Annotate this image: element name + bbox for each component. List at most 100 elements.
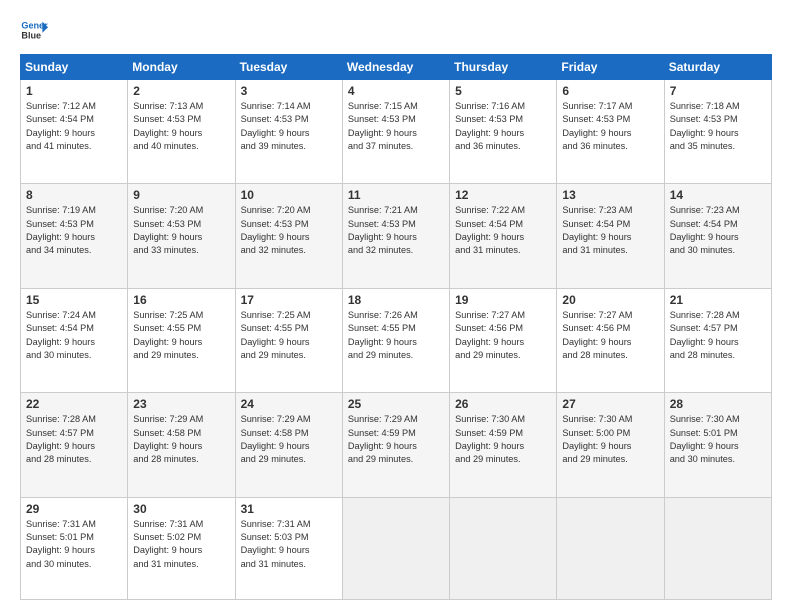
day-number: 6 (562, 84, 658, 98)
day-number: 21 (670, 293, 766, 307)
day-info: Sunrise: 7:27 AM Sunset: 4:56 PM Dayligh… (455, 309, 551, 362)
calendar-cell: 6 Sunrise: 7:17 AM Sunset: 4:53 PM Daylig… (557, 80, 664, 184)
day-info: Sunrise: 7:15 AM Sunset: 4:53 PM Dayligh… (348, 100, 444, 153)
calendar-cell: 30 Sunrise: 7:31 AM Sunset: 5:02 PM Dayli… (128, 497, 235, 599)
day-info: Sunrise: 7:28 AM Sunset: 4:57 PM Dayligh… (670, 309, 766, 362)
day-number: 22 (26, 397, 122, 411)
day-info: Sunrise: 7:17 AM Sunset: 4:53 PM Dayligh… (562, 100, 658, 153)
col-header-monday: Monday (128, 55, 235, 80)
day-number: 3 (241, 84, 337, 98)
calendar-cell: 28 Sunrise: 7:30 AM Sunset: 5:01 PM Dayli… (664, 393, 771, 497)
day-info: Sunrise: 7:31 AM Sunset: 5:01 PM Dayligh… (26, 518, 122, 571)
day-number: 17 (241, 293, 337, 307)
day-info: Sunrise: 7:23 AM Sunset: 4:54 PM Dayligh… (670, 204, 766, 257)
day-info: Sunrise: 7:16 AM Sunset: 4:53 PM Dayligh… (455, 100, 551, 153)
day-number: 9 (133, 188, 229, 202)
calendar-cell: 24 Sunrise: 7:29 AM Sunset: 4:58 PM Dayli… (235, 393, 342, 497)
calendar-cell: 27Sunrise: 7:30 AM Sunset: 5:00 PM Dayli… (557, 393, 664, 497)
day-info: Sunrise: 7:23 AM Sunset: 4:54 PM Dayligh… (562, 204, 658, 257)
calendar-cell: 21 Sunrise: 7:28 AM Sunset: 4:57 PM Dayli… (664, 288, 771, 392)
day-info: Sunrise: 7:31 AM Sunset: 5:02 PM Dayligh… (133, 518, 229, 571)
calendar-cell: 11 Sunrise: 7:21 AM Sunset: 4:53 PM Dayli… (342, 184, 449, 288)
calendar-cell: 7 Sunrise: 7:18 AM Sunset: 4:53 PM Daylig… (664, 80, 771, 184)
calendar-cell: 4 Sunrise: 7:15 AM Sunset: 4:53 PM Daylig… (342, 80, 449, 184)
day-number: 8 (26, 188, 122, 202)
day-number: 23 (133, 397, 229, 411)
week-row-4: 22 Sunrise: 7:28 AM Sunset: 4:57 PM Dayli… (21, 393, 772, 497)
day-number: 12 (455, 188, 551, 202)
day-info: Sunrise: 7:30 AM Sunset: 4:59 PM Dayligh… (455, 413, 551, 466)
day-number: 28 (670, 397, 766, 411)
day-info: Sunrise: 7:18 AM Sunset: 4:53 PM Dayligh… (670, 100, 766, 153)
calendar-cell (450, 497, 557, 599)
header: General Blue (20, 16, 772, 44)
day-number: 29 (26, 502, 122, 516)
day-info: Sunrise: 7:24 AM Sunset: 4:54 PM Dayligh… (26, 309, 122, 362)
logo-icon: General Blue (20, 16, 48, 44)
day-number: 30 (133, 502, 229, 516)
logo: General Blue (20, 16, 48, 44)
calendar-cell: 31 Sunrise: 7:31 AM Sunset: 5:03 PM Dayli… (235, 497, 342, 599)
calendar-cell: 13 Sunrise: 7:23 AM Sunset: 4:54 PM Dayli… (557, 184, 664, 288)
day-number: 4 (348, 84, 444, 98)
day-info: Sunrise: 7:20 AM Sunset: 4:53 PM Dayligh… (133, 204, 229, 257)
day-info: Sunrise: 7:30 AM Sunset: 5:01 PM Dayligh… (670, 413, 766, 466)
day-info: Sunrise: 7:19 AM Sunset: 4:53 PM Dayligh… (26, 204, 122, 257)
calendar-cell: 29 Sunrise: 7:31 AM Sunset: 5:01 PM Dayli… (21, 497, 128, 599)
calendar-cell: 22 Sunrise: 7:28 AM Sunset: 4:57 PM Dayli… (21, 393, 128, 497)
day-number: 13 (562, 188, 658, 202)
week-row-3: 15 Sunrise: 7:24 AM Sunset: 4:54 PM Dayli… (21, 288, 772, 392)
calendar-cell: 19 Sunrise: 7:27 AM Sunset: 4:56 PM Dayli… (450, 288, 557, 392)
week-row-1: 1Sunrise: 7:12 AM Sunset: 4:54 PM Daylig… (21, 80, 772, 184)
day-info: Sunrise: 7:29 AM Sunset: 4:59 PM Dayligh… (348, 413, 444, 466)
calendar-cell: 12 Sunrise: 7:22 AM Sunset: 4:54 PM Dayli… (450, 184, 557, 288)
day-info: Sunrise: 7:14 AM Sunset: 4:53 PM Dayligh… (241, 100, 337, 153)
calendar-cell: 2 Sunrise: 7:13 AM Sunset: 4:53 PM Daylig… (128, 80, 235, 184)
calendar-cell: 9 Sunrise: 7:20 AM Sunset: 4:53 PM Daylig… (128, 184, 235, 288)
day-number: 10 (241, 188, 337, 202)
col-header-friday: Friday (557, 55, 664, 80)
calendar-cell: 25Sunrise: 7:29 AM Sunset: 4:59 PM Dayli… (342, 393, 449, 497)
day-number: 5 (455, 84, 551, 98)
day-info: Sunrise: 7:13 AM Sunset: 4:53 PM Dayligh… (133, 100, 229, 153)
col-header-wednesday: Wednesday (342, 55, 449, 80)
calendar-cell: 20Sunrise: 7:27 AM Sunset: 4:56 PM Dayli… (557, 288, 664, 392)
week-row-5: 29 Sunrise: 7:31 AM Sunset: 5:01 PM Dayli… (21, 497, 772, 599)
calendar-cell: 3 Sunrise: 7:14 AM Sunset: 4:53 PM Daylig… (235, 80, 342, 184)
page: General Blue SundayMondayTuesdayWednesda… (0, 0, 792, 612)
calendar-cell: 17 Sunrise: 7:25 AM Sunset: 4:55 PM Dayli… (235, 288, 342, 392)
day-number: 16 (133, 293, 229, 307)
day-info: Sunrise: 7:28 AM Sunset: 4:57 PM Dayligh… (26, 413, 122, 466)
day-info: Sunrise: 7:21 AM Sunset: 4:53 PM Dayligh… (348, 204, 444, 257)
calendar-cell: 15 Sunrise: 7:24 AM Sunset: 4:54 PM Dayli… (21, 288, 128, 392)
calendar-cell: 8 Sunrise: 7:19 AM Sunset: 4:53 PM Daylig… (21, 184, 128, 288)
calendar-table: SundayMondayTuesdayWednesdayThursdayFrid… (20, 54, 772, 600)
day-info: Sunrise: 7:31 AM Sunset: 5:03 PM Dayligh… (241, 518, 337, 571)
day-number: 27 (562, 397, 658, 411)
day-number: 18 (348, 293, 444, 307)
day-number: 2 (133, 84, 229, 98)
day-info: Sunrise: 7:29 AM Sunset: 4:58 PM Dayligh… (133, 413, 229, 466)
day-number: 26 (455, 397, 551, 411)
calendar-cell (557, 497, 664, 599)
calendar-cell: 14Sunrise: 7:23 AM Sunset: 4:54 PM Dayli… (664, 184, 771, 288)
day-info: Sunrise: 7:12 AM Sunset: 4:54 PM Dayligh… (26, 100, 122, 153)
day-info: Sunrise: 7:29 AM Sunset: 4:58 PM Dayligh… (241, 413, 337, 466)
calendar-cell: 16Sunrise: 7:25 AM Sunset: 4:55 PM Dayli… (128, 288, 235, 392)
day-number: 19 (455, 293, 551, 307)
day-number: 31 (241, 502, 337, 516)
day-number: 24 (241, 397, 337, 411)
day-info: Sunrise: 7:25 AM Sunset: 4:55 PM Dayligh… (241, 309, 337, 362)
svg-text:Blue: Blue (21, 30, 41, 40)
calendar-cell: 26 Sunrise: 7:30 AM Sunset: 4:59 PM Dayli… (450, 393, 557, 497)
day-number: 15 (26, 293, 122, 307)
day-number: 11 (348, 188, 444, 202)
day-info: Sunrise: 7:22 AM Sunset: 4:54 PM Dayligh… (455, 204, 551, 257)
col-header-saturday: Saturday (664, 55, 771, 80)
col-header-tuesday: Tuesday (235, 55, 342, 80)
calendar-cell: 5 Sunrise: 7:16 AM Sunset: 4:53 PM Daylig… (450, 80, 557, 184)
header-row: SundayMondayTuesdayWednesdayThursdayFrid… (21, 55, 772, 80)
col-header-thursday: Thursday (450, 55, 557, 80)
col-header-sunday: Sunday (21, 55, 128, 80)
day-number: 7 (670, 84, 766, 98)
